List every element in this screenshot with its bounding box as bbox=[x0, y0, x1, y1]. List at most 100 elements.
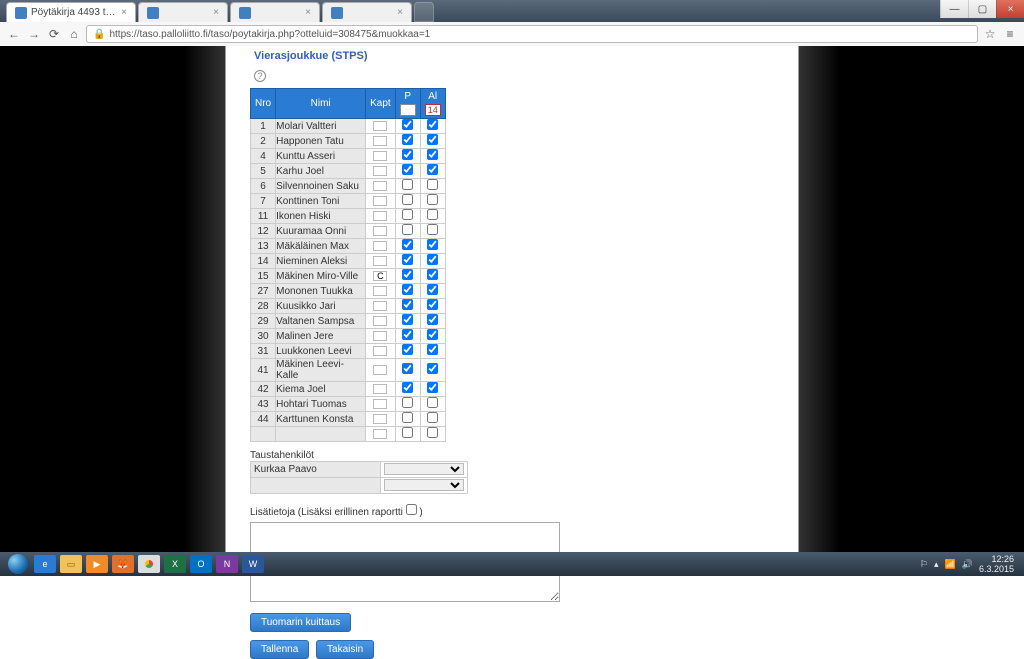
al-checkbox[interactable] bbox=[427, 194, 438, 205]
tray-flag-icon[interactable]: ⚐ bbox=[920, 559, 928, 570]
kapt-input[interactable] bbox=[373, 151, 387, 161]
al-checkbox[interactable] bbox=[427, 254, 438, 265]
kapt-input[interactable] bbox=[373, 121, 387, 131]
p-checkbox[interactable] bbox=[402, 314, 413, 325]
kapt-input[interactable] bbox=[373, 181, 387, 191]
player-num[interactable]: 6 bbox=[251, 179, 276, 194]
forward-icon[interactable]: → bbox=[26, 26, 42, 42]
player-name[interactable]: Mononen Tuukka bbox=[276, 284, 366, 299]
player-num[interactable]: 30 bbox=[251, 329, 276, 344]
kapt-input[interactable] bbox=[373, 399, 387, 409]
al-checkbox[interactable] bbox=[427, 397, 438, 408]
al-checkbox[interactable] bbox=[427, 329, 438, 340]
player-name[interactable]: Nieminen Aleksi bbox=[276, 254, 366, 269]
home-icon[interactable]: ⌂ bbox=[66, 26, 82, 42]
player-num[interactable]: 1 bbox=[251, 119, 276, 134]
p-checkbox[interactable] bbox=[402, 209, 413, 220]
player-num[interactable]: 14 bbox=[251, 254, 276, 269]
al-checkbox[interactable] bbox=[427, 164, 438, 175]
p-checkbox[interactable] bbox=[402, 412, 413, 423]
kapt-input[interactable] bbox=[373, 211, 387, 221]
taskbar-onenote-icon[interactable]: N bbox=[216, 555, 238, 573]
p-checkbox[interactable] bbox=[402, 149, 413, 160]
tab-inactive[interactable]: × bbox=[230, 2, 320, 22]
window-close-button[interactable]: × bbox=[996, 0, 1024, 18]
kapt-input[interactable] bbox=[373, 365, 387, 375]
back-icon[interactable]: ← bbox=[6, 26, 22, 42]
new-tab-button[interactable] bbox=[414, 2, 434, 22]
player-num[interactable] bbox=[251, 427, 276, 442]
p-checkbox[interactable] bbox=[402, 179, 413, 190]
player-name[interactable] bbox=[276, 427, 366, 442]
kapt-input[interactable] bbox=[373, 301, 387, 311]
al-checkbox[interactable] bbox=[427, 363, 438, 374]
start-button[interactable] bbox=[4, 552, 32, 576]
p-checkbox[interactable] bbox=[402, 164, 413, 175]
player-num[interactable]: 27 bbox=[251, 284, 276, 299]
p-checkbox[interactable] bbox=[402, 194, 413, 205]
player-name[interactable]: Luukkonen Leevi bbox=[276, 344, 366, 359]
player-name[interactable]: Mäkäläinen Max bbox=[276, 239, 366, 254]
taskbar-chrome-icon[interactable] bbox=[138, 555, 160, 573]
al-checkbox[interactable] bbox=[427, 284, 438, 295]
p-checkbox[interactable] bbox=[402, 239, 413, 250]
al-checkbox[interactable] bbox=[427, 427, 438, 438]
reload-icon[interactable]: ⟳ bbox=[46, 26, 62, 42]
kapt-input[interactable] bbox=[373, 226, 387, 236]
p-checkbox[interactable] bbox=[402, 269, 413, 280]
player-name[interactable]: Valtanen Sampsa bbox=[276, 314, 366, 329]
tab-inactive[interactable]: × bbox=[138, 2, 228, 22]
player-num[interactable]: 7 bbox=[251, 194, 276, 209]
player-name[interactable]: Konttinen Toni bbox=[276, 194, 366, 209]
player-name[interactable]: Malinen Jere bbox=[276, 329, 366, 344]
staff-name[interactable]: Kurkaa Paavo bbox=[251, 462, 381, 478]
player-num[interactable]: 11 bbox=[251, 209, 276, 224]
close-tab-icon[interactable]: × bbox=[121, 7, 127, 18]
menu-icon[interactable]: ≡ bbox=[1002, 26, 1018, 42]
kapt-input[interactable] bbox=[373, 166, 387, 176]
player-num[interactable]: 13 bbox=[251, 239, 276, 254]
taskbar-ie-icon[interactable]: e bbox=[34, 555, 56, 573]
kapt-input[interactable] bbox=[373, 414, 387, 424]
window-minimize-button[interactable]: — bbox=[940, 0, 968, 18]
clock[interactable]: 12:26 6.3.2015 bbox=[979, 554, 1014, 574]
al-checkbox[interactable] bbox=[427, 149, 438, 160]
kapt-input[interactable] bbox=[373, 241, 387, 251]
player-name[interactable]: Mäkinen Miro-Ville bbox=[276, 269, 366, 284]
tab-active[interactable]: Pöytäkirja 4493 testisarja k × bbox=[6, 2, 136, 22]
player-name[interactable]: Ikonen Hiski bbox=[276, 209, 366, 224]
player-name[interactable]: Kiema Joel bbox=[276, 382, 366, 397]
taskbar-firefox-icon[interactable]: 🦊 bbox=[112, 555, 134, 573]
player-name[interactable]: Kuuramaa Onni bbox=[276, 224, 366, 239]
player-num[interactable]: 31 bbox=[251, 344, 276, 359]
p-checkbox[interactable] bbox=[402, 382, 413, 393]
save-button[interactable]: Tallenna bbox=[250, 640, 309, 659]
p-checkbox[interactable] bbox=[402, 119, 413, 130]
close-tab-icon[interactable]: × bbox=[397, 7, 403, 18]
close-tab-icon[interactable]: × bbox=[305, 7, 311, 18]
extra-report-checkbox[interactable] bbox=[406, 504, 417, 515]
p-checkbox[interactable] bbox=[402, 254, 413, 265]
kapt-input[interactable] bbox=[373, 384, 387, 394]
staff-role-select[interactable] bbox=[384, 479, 464, 491]
kapt-input[interactable] bbox=[373, 331, 387, 341]
p-checkbox[interactable] bbox=[402, 224, 413, 235]
kapt-input[interactable] bbox=[373, 346, 387, 356]
player-name[interactable]: Karhu Joel bbox=[276, 164, 366, 179]
player-num[interactable]: 12 bbox=[251, 224, 276, 239]
al-checkbox[interactable] bbox=[427, 412, 438, 423]
player-name[interactable]: Silvennoinen Saku bbox=[276, 179, 366, 194]
player-num[interactable]: 28 bbox=[251, 299, 276, 314]
al-checkbox[interactable] bbox=[427, 314, 438, 325]
p-checkbox[interactable] bbox=[402, 329, 413, 340]
player-name[interactable]: Kunttu Asseri bbox=[276, 149, 366, 164]
taskbar-outlook-icon[interactable]: O bbox=[190, 555, 212, 573]
al-checkbox[interactable] bbox=[427, 382, 438, 393]
staff-role-select[interactable] bbox=[384, 463, 464, 475]
taskbar-word-icon[interactable]: W bbox=[242, 555, 264, 573]
player-num[interactable]: 42 bbox=[251, 382, 276, 397]
taskbar-excel-icon[interactable]: X bbox=[164, 555, 186, 573]
al-checkbox[interactable] bbox=[427, 224, 438, 235]
al-checkbox[interactable] bbox=[427, 119, 438, 130]
player-num[interactable]: 29 bbox=[251, 314, 276, 329]
